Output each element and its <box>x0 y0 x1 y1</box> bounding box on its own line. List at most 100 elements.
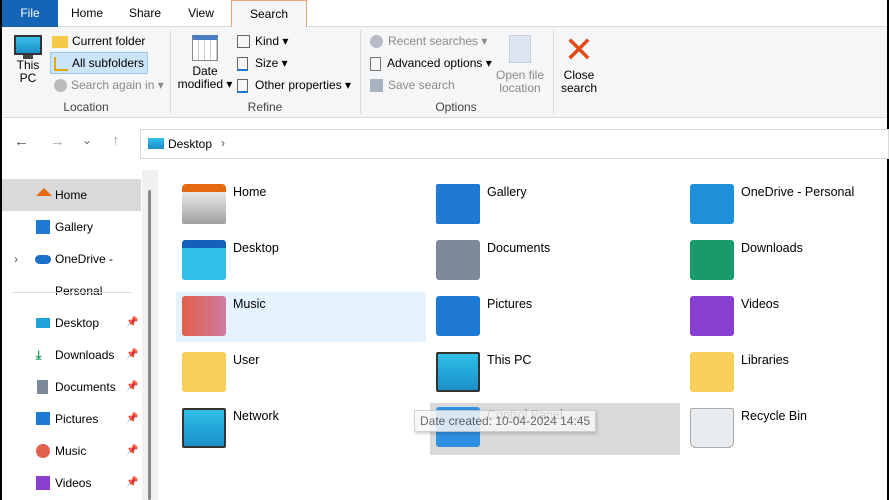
item-user[interactable]: User <box>176 348 426 398</box>
pin-icon[interactable]: 📌 <box>126 403 138 435</box>
sidebar-item-music[interactable]: Music 📌 <box>2 435 141 467</box>
recycle-bin-icon <box>690 408 734 448</box>
navigation-pane: Home Gallery › OneDrive - Personal Deskto… <box>2 170 142 500</box>
tab-home[interactable]: Home <box>64 0 110 27</box>
music-icon <box>36 444 50 458</box>
item-this-pc[interactable]: This PC <box>430 348 680 398</box>
sidebar-item-home[interactable]: Home <box>2 179 141 211</box>
advanced-options-button[interactable]: Advanced options ▾ <box>370 54 492 72</box>
date-modified-button[interactable]: Date modified ▾ <box>176 33 234 91</box>
item-music[interactable]: Music <box>176 292 426 342</box>
properties-icon <box>237 78 248 93</box>
item-recycle-bin[interactable]: Recycle Bin <box>684 404 889 454</box>
item-label: Libraries <box>741 353 789 367</box>
item-label: Gallery <box>487 185 527 199</box>
scrollbar-thumb[interactable] <box>148 190 151 500</box>
all-subfolders-button[interactable]: All subfolders <box>50 52 149 74</box>
cloud-icon <box>35 255 51 264</box>
item-label: OneDrive - Personal <box>741 185 855 199</box>
kind-button[interactable]: Kind ▾ <box>237 32 288 50</box>
item-downloads[interactable]: Downloads <box>684 236 889 286</box>
breadcrumb-desktop[interactable]: Desktop <box>168 137 212 151</box>
item-videos[interactable]: Videos <box>684 292 889 342</box>
pin-icon[interactable]: 📌 <box>126 467 138 499</box>
item-label: Documents <box>487 241 551 255</box>
pin-icon[interactable]: 📌 <box>126 307 138 339</box>
open-location-icon <box>509 35 531 63</box>
item-pictures[interactable]: Pictures <box>430 292 680 342</box>
close-search-button[interactable]: ✕ Close search <box>558 29 600 95</box>
tab-view[interactable]: View <box>178 0 224 27</box>
item-label: User <box>233 353 260 367</box>
other-properties-button[interactable]: Other properties ▾ <box>237 76 351 94</box>
tab-file[interactable]: File <box>2 0 58 27</box>
tab-share[interactable]: Share <box>120 0 170 27</box>
item-libraries[interactable]: Libraries <box>684 348 889 398</box>
folder-icon <box>52 35 68 48</box>
item-label: Network <box>233 409 279 423</box>
close-icon: ✕ <box>563 29 595 70</box>
sidebar-item-pictures[interactable]: Pictures 📌 <box>2 403 141 435</box>
clock-icon <box>370 35 383 49</box>
recent-locations-button[interactable]: ⌄ <box>82 133 92 147</box>
group-location: Location <box>63 100 109 114</box>
sidebar-item-onedrive[interactable]: › OneDrive - Personal <box>2 243 141 298</box>
search-again-button[interactable]: Search again in ▾ <box>54 76 164 94</box>
item-desktop[interactable]: Desktop <box>176 236 426 286</box>
forward-button[interactable]: → <box>50 133 65 150</box>
search-again-icon <box>54 79 67 93</box>
size-button[interactable]: Size ▾ <box>237 54 288 72</box>
item-onedrive-personal[interactable]: OneDrive - Personal <box>684 180 889 230</box>
recent-searches-button[interactable]: Recent searches ▾ <box>370 32 487 50</box>
pin-icon[interactable]: 📌 <box>126 435 138 467</box>
home-icon <box>182 184 226 224</box>
up-button[interactable]: ↑ <box>112 132 120 149</box>
download-icon: ⤓ <box>36 348 42 362</box>
videos-icon <box>36 476 50 490</box>
expand-chevron-icon[interactable]: › <box>14 243 18 275</box>
libraries-icon <box>690 352 734 392</box>
gallery-icon <box>436 184 480 224</box>
sidebar-item-desktop[interactable]: Desktop 📌 <box>2 307 141 339</box>
save-search-button[interactable]: Save search <box>370 76 455 94</box>
open-file-location-button[interactable]: Open file location <box>492 33 548 95</box>
home-icon <box>36 188 52 196</box>
network-icon <box>182 408 226 448</box>
item-documents[interactable]: Documents <box>430 236 680 286</box>
size-icon <box>237 56 248 71</box>
back-button[interactable]: ← <box>14 133 29 150</box>
item-network[interactable]: Network <box>176 404 426 454</box>
item-gallery[interactable]: Gallery <box>430 180 680 230</box>
sidebar-scrollbar[interactable] <box>142 170 158 500</box>
sidebar-item-videos[interactable]: Videos 📌 <box>2 467 141 499</box>
desktop-icon <box>36 318 50 328</box>
item-home[interactable]: Home <box>176 180 426 230</box>
onedrive-folder-icon <box>690 184 734 224</box>
save-icon <box>370 79 383 93</box>
downloads-folder-icon <box>690 240 734 280</box>
group-options: Options <box>435 100 477 114</box>
item-label: Desktop <box>233 241 279 255</box>
chevron-right-icon[interactable]: › <box>221 136 225 150</box>
group-refine: Refine <box>247 100 283 114</box>
videos-folder-icon <box>690 296 734 336</box>
sidebar-item-downloads[interactable]: ⤓ Downloads 📌 <box>2 339 141 371</box>
sidebar-item-gallery[interactable]: Gallery <box>2 211 141 243</box>
address-bar[interactable]: Desktop › <box>140 129 889 159</box>
sidebar-item-documents[interactable]: Documents 📌 <box>2 371 141 403</box>
pin-icon[interactable]: 📌 <box>126 339 138 371</box>
list-icon <box>370 56 381 71</box>
current-folder-button[interactable]: Current folder <box>52 32 145 50</box>
tab-search[interactable]: Search <box>231 0 307 28</box>
ribbon-tabs: File Home Share View Search <box>2 0 887 28</box>
this-pc-button[interactable]: This PC <box>10 33 46 85</box>
pictures-icon <box>36 412 50 425</box>
item-label: Videos <box>741 297 779 311</box>
document-icon <box>37 380 48 394</box>
item-label: This PC <box>487 353 532 367</box>
subfolders-icon <box>54 56 68 71</box>
pin-icon[interactable]: 📌 <box>126 371 138 403</box>
desktop-folder-icon <box>182 240 226 280</box>
divider <box>553 30 554 114</box>
desktop-icon <box>148 138 164 149</box>
